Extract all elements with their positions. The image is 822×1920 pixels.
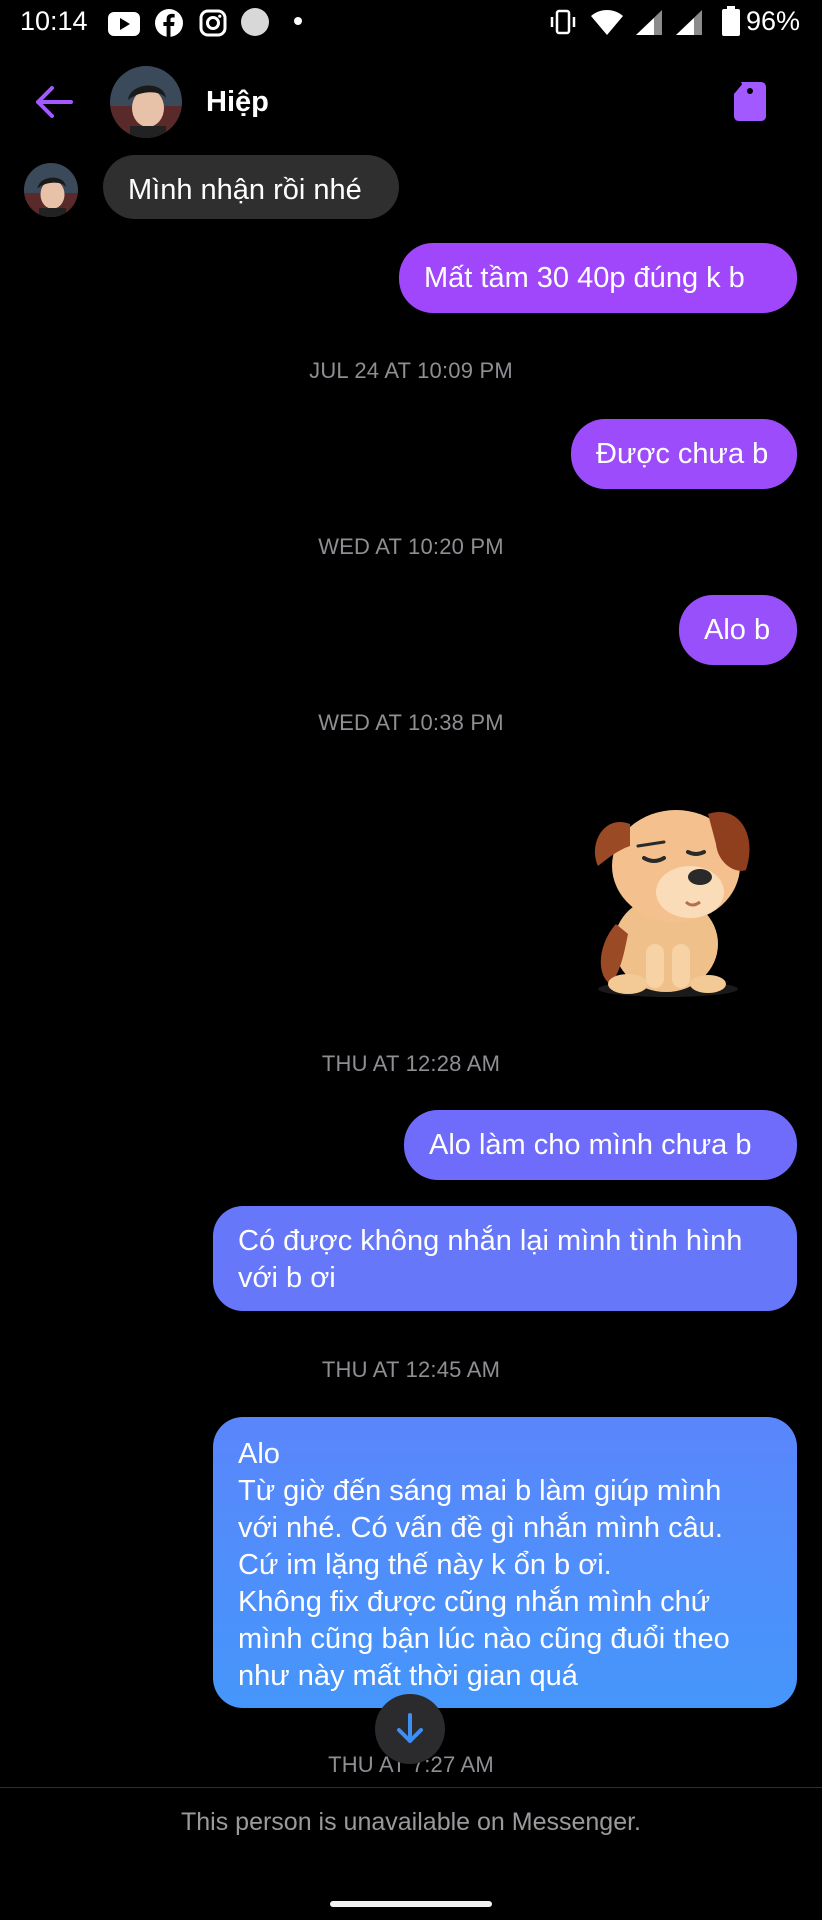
message-line: Có được không nhắn lại mình tình hình	[238, 1225, 743, 1257]
signal-icon	[636, 10, 662, 35]
status-time: 10:14	[20, 6, 88, 36]
circle-notification-icon	[241, 8, 269, 36]
message-line: Cứ im lặng thế này k ổn b ơi.	[238, 1549, 612, 1581]
signal-icon	[676, 10, 702, 35]
sender-avatar[interactable]	[24, 163, 78, 217]
timestamp: JUL 24 AT 10:09 PM	[309, 358, 513, 383]
facebook-icon	[155, 9, 183, 37]
timestamp: THU AT 12:28 AM	[321, 1051, 501, 1076]
scroll-to-bottom-button[interactable]	[375, 1694, 445, 1764]
message-bubble-outgoing[interactable]: Alo Từ giờ đến sáng mai b làm giúp mình …	[213, 1417, 797, 1708]
unavailable-notice: This person is unavailable on Messenger.	[181, 1808, 641, 1836]
message-bubble-outgoing[interactable]: Mất tầm 30 40p đúng k b	[399, 243, 797, 313]
timestamp: WED AT 10:20 PM	[318, 534, 504, 559]
back-arrow-icon[interactable]	[34, 84, 74, 120]
message-line: mình cũng bận lúc nào cũng đuổi theo	[238, 1623, 730, 1655]
battery-percentage: 96%	[745, 6, 800, 36]
message-line: Từ giờ đến sáng mai b làm giúp mình	[238, 1475, 722, 1507]
youtube-icon	[108, 12, 140, 36]
message-bubble-outgoing[interactable]: Có được không nhắn lại mình tình hình vớ…	[213, 1206, 797, 1311]
message-line: Alo	[238, 1438, 280, 1470]
dot-icon	[294, 17, 302, 25]
sad-dog-sticker[interactable]	[568, 784, 768, 1004]
message-text: Được chưa b	[596, 438, 769, 470]
message-bubble-outgoing[interactable]: Được chưa b	[571, 419, 797, 489]
vibrate-icon	[550, 9, 576, 35]
instagram-icon	[199, 9, 227, 37]
timestamp: WED AT 10:38 PM	[318, 710, 504, 735]
arrow-down-icon	[397, 1713, 423, 1743]
message-text: Alo b	[704, 614, 771, 646]
tag-icon[interactable]	[733, 80, 767, 122]
message-line: Không fix được cũng nhắn mình chứ	[238, 1586, 711, 1618]
message-line: với nhé. Có vấn đề gì nhắn mình câu.	[238, 1512, 723, 1544]
contact-name[interactable]: Hiệp	[206, 86, 269, 119]
wifi-icon	[591, 10, 623, 35]
contact-avatar[interactable]	[110, 66, 182, 138]
message-bubble-incoming[interactable]: Mình nhận rồi nhé	[103, 155, 399, 219]
battery-icon	[722, 6, 740, 36]
message-bubble-outgoing[interactable]: Alo b	[679, 595, 797, 665]
message-line: với b ơi	[238, 1262, 336, 1294]
message-text: Alo làm cho mình chưa b	[429, 1129, 752, 1161]
footer-divider	[0, 1787, 822, 1788]
home-indicator[interactable]	[330, 1901, 492, 1907]
message-text: Mất tầm 30 40p đúng k b	[424, 262, 745, 294]
timestamp: THU AT 12:45 AM	[321, 1357, 501, 1382]
message-line: như này mất thời gian quá	[238, 1660, 578, 1692]
message-bubble-outgoing[interactable]: Alo làm cho mình chưa b	[404, 1110, 797, 1180]
message-text: Mình nhận rồi nhé	[128, 174, 362, 206]
